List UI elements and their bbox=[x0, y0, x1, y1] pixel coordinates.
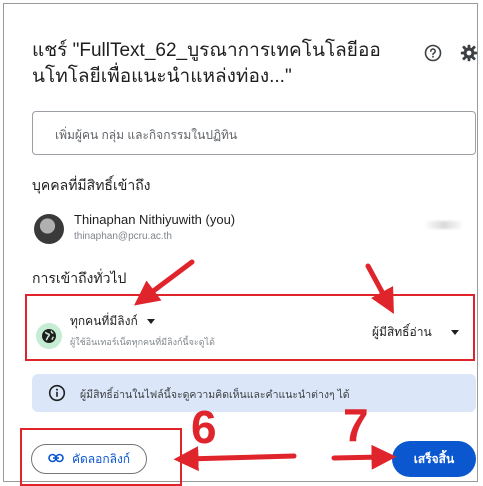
settings-icon[interactable] bbox=[458, 42, 480, 64]
link-icon bbox=[48, 450, 64, 468]
general-access-description: ผู้ใช้อินเทอร์เน็ตทุกคนที่มีลิงก์นี้จะดู… bbox=[70, 337, 215, 347]
role-dropdown[interactable]: ผู้มีสิทธิ์อ่าน bbox=[372, 323, 459, 342]
add-people-placeholder: เพิ่มผู้คน กลุ่ม และกิจกรรมในปฏิทิน bbox=[55, 128, 238, 142]
owner-name: Thinaphan Nithiyuwith (you) bbox=[74, 212, 236, 227]
step-6-annotation: 6 bbox=[191, 401, 217, 453]
people-with-access-heading: บุคคลที่มีสิทธิ์เข้าถึง bbox=[32, 177, 151, 193]
copy-link-label: คัดลอกลิงก์ bbox=[71, 451, 131, 466]
general-access-type: ทุกคนที่มีลิงก์ bbox=[70, 314, 138, 328]
general-access-dropdown[interactable]: ทุกคนที่มีลิงก์ bbox=[70, 312, 156, 331]
owner-role-blurred bbox=[424, 221, 464, 229]
owner-email: thinaphan@pcru.ac.th bbox=[74, 231, 172, 242]
dropdown-arrow-icon bbox=[451, 330, 459, 336]
done-button[interactable]: เสร็จสิ้น bbox=[392, 441, 476, 477]
globe-icon bbox=[36, 323, 62, 349]
add-people-input[interactable]: เพิ่มผู้คน กลุ่ม และกิจกรรมในปฏิทิน bbox=[32, 111, 476, 155]
general-access-heading: การเข้าถึงทั่วไป bbox=[32, 270, 127, 286]
role-label: ผู้มีสิทธิ์อ่าน bbox=[372, 325, 432, 339]
dropdown-arrow-icon bbox=[147, 319, 156, 325]
step-7-annotation: 7 bbox=[343, 399, 369, 451]
info-banner: ผู้มีสิทธิ์อ่านในไฟล์นี้จะดูความคิดเห็นแ… bbox=[32, 374, 476, 412]
help-icon[interactable] bbox=[422, 42, 444, 64]
avatar bbox=[34, 214, 64, 244]
share-dialog: แชร์ "FullText_62_บูรณาการเทคโนโลยีออนโท… bbox=[3, 3, 480, 486]
done-label: เสร็จสิ้น bbox=[413, 451, 455, 466]
info-icon bbox=[48, 384, 66, 402]
copy-link-button[interactable]: คัดลอกลิงก์ bbox=[31, 444, 147, 474]
dialog-title: แชร์ "FullText_62_บูรณาการเทคโนโลยีออนโท… bbox=[32, 40, 381, 87]
